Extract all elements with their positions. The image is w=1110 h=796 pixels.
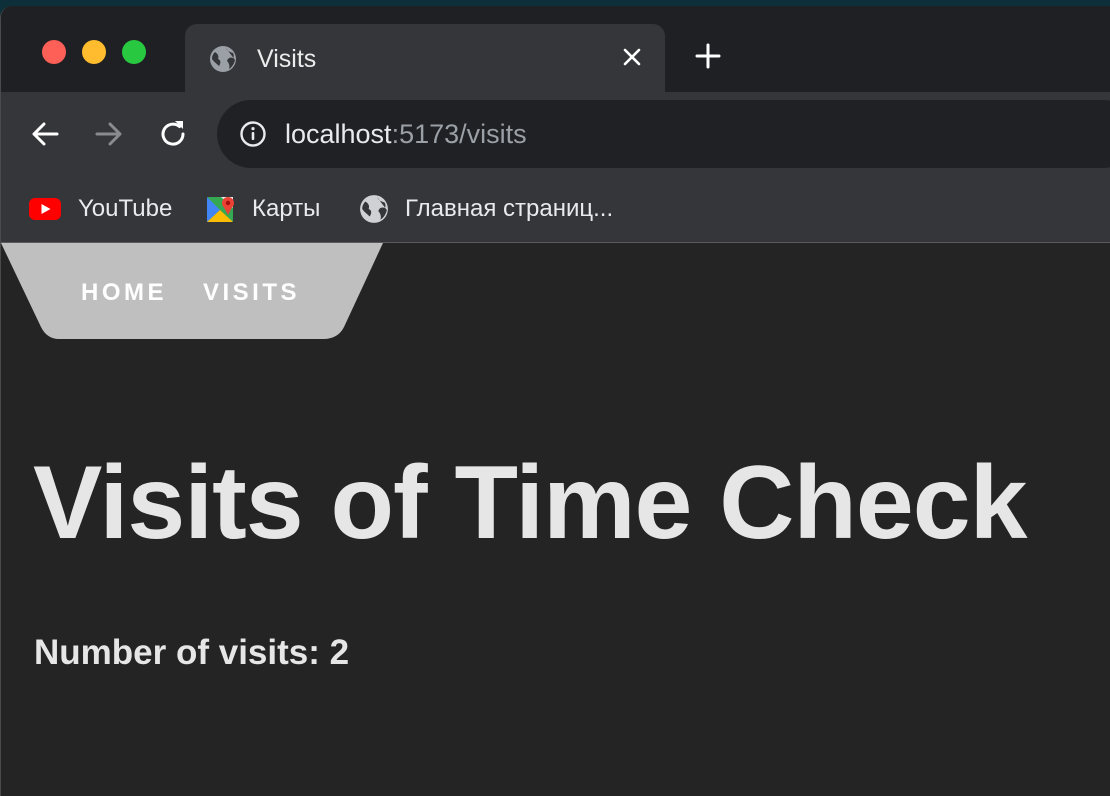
maximize-window-button[interactable]	[122, 40, 146, 64]
forward-arrow-icon[interactable]	[93, 118, 125, 150]
bookmark-home-page[interactable]: Главная страниц...	[359, 194, 613, 224]
reload-icon[interactable]	[157, 118, 189, 150]
page-content: HOME VISITS Visits of Time Check Number …	[1, 243, 1110, 796]
visits-count: Number of visits: 2	[34, 633, 350, 672]
title-bar: Visits	[1, 6, 1110, 92]
bookmark-label: Карты	[252, 195, 321, 222]
globe-icon	[210, 46, 236, 72]
youtube-icon	[29, 198, 61, 220]
site-navbar: HOME VISITS	[1, 243, 385, 339]
bookmarks-bar: YouTube Карты Главная страниц...	[1, 176, 1110, 243]
active-tab[interactable]: Visits	[185, 24, 665, 92]
browser-toolbar: localhost:5173/visits	[1, 92, 1110, 176]
address-bar[interactable]: localhost:5173/visits	[217, 100, 1110, 168]
bookmark-youtube[interactable]: YouTube	[28, 194, 172, 224]
bookmark-maps[interactable]: Карты	[206, 194, 320, 224]
navbar-background	[1, 243, 383, 339]
tab-title: Visits	[257, 45, 317, 73]
browser-window: Visits localhost:5173/visits YouTube Кар…	[0, 6, 1110, 796]
globe-icon	[360, 195, 388, 223]
minimize-window-button[interactable]	[82, 40, 106, 64]
close-tab-icon[interactable]	[621, 46, 643, 68]
nav-link-home[interactable]: HOME	[81, 279, 167, 307]
bookmark-label: YouTube	[78, 195, 173, 222]
page-title: Visits of Time Check	[33, 445, 1027, 561]
new-tab-icon[interactable]	[694, 42, 722, 70]
url-path: :5173/visits	[391, 119, 527, 149]
nav-link-visits[interactable]: VISITS	[203, 279, 300, 307]
url-text: localhost:5173/visits	[285, 118, 527, 150]
url-host: localhost	[285, 119, 392, 149]
close-window-button[interactable]	[42, 40, 66, 64]
site-info-icon[interactable]	[239, 120, 267, 148]
google-maps-icon	[207, 197, 234, 222]
back-arrow-icon[interactable]	[29, 118, 61, 150]
bookmark-label: Главная страниц...	[405, 195, 614, 222]
